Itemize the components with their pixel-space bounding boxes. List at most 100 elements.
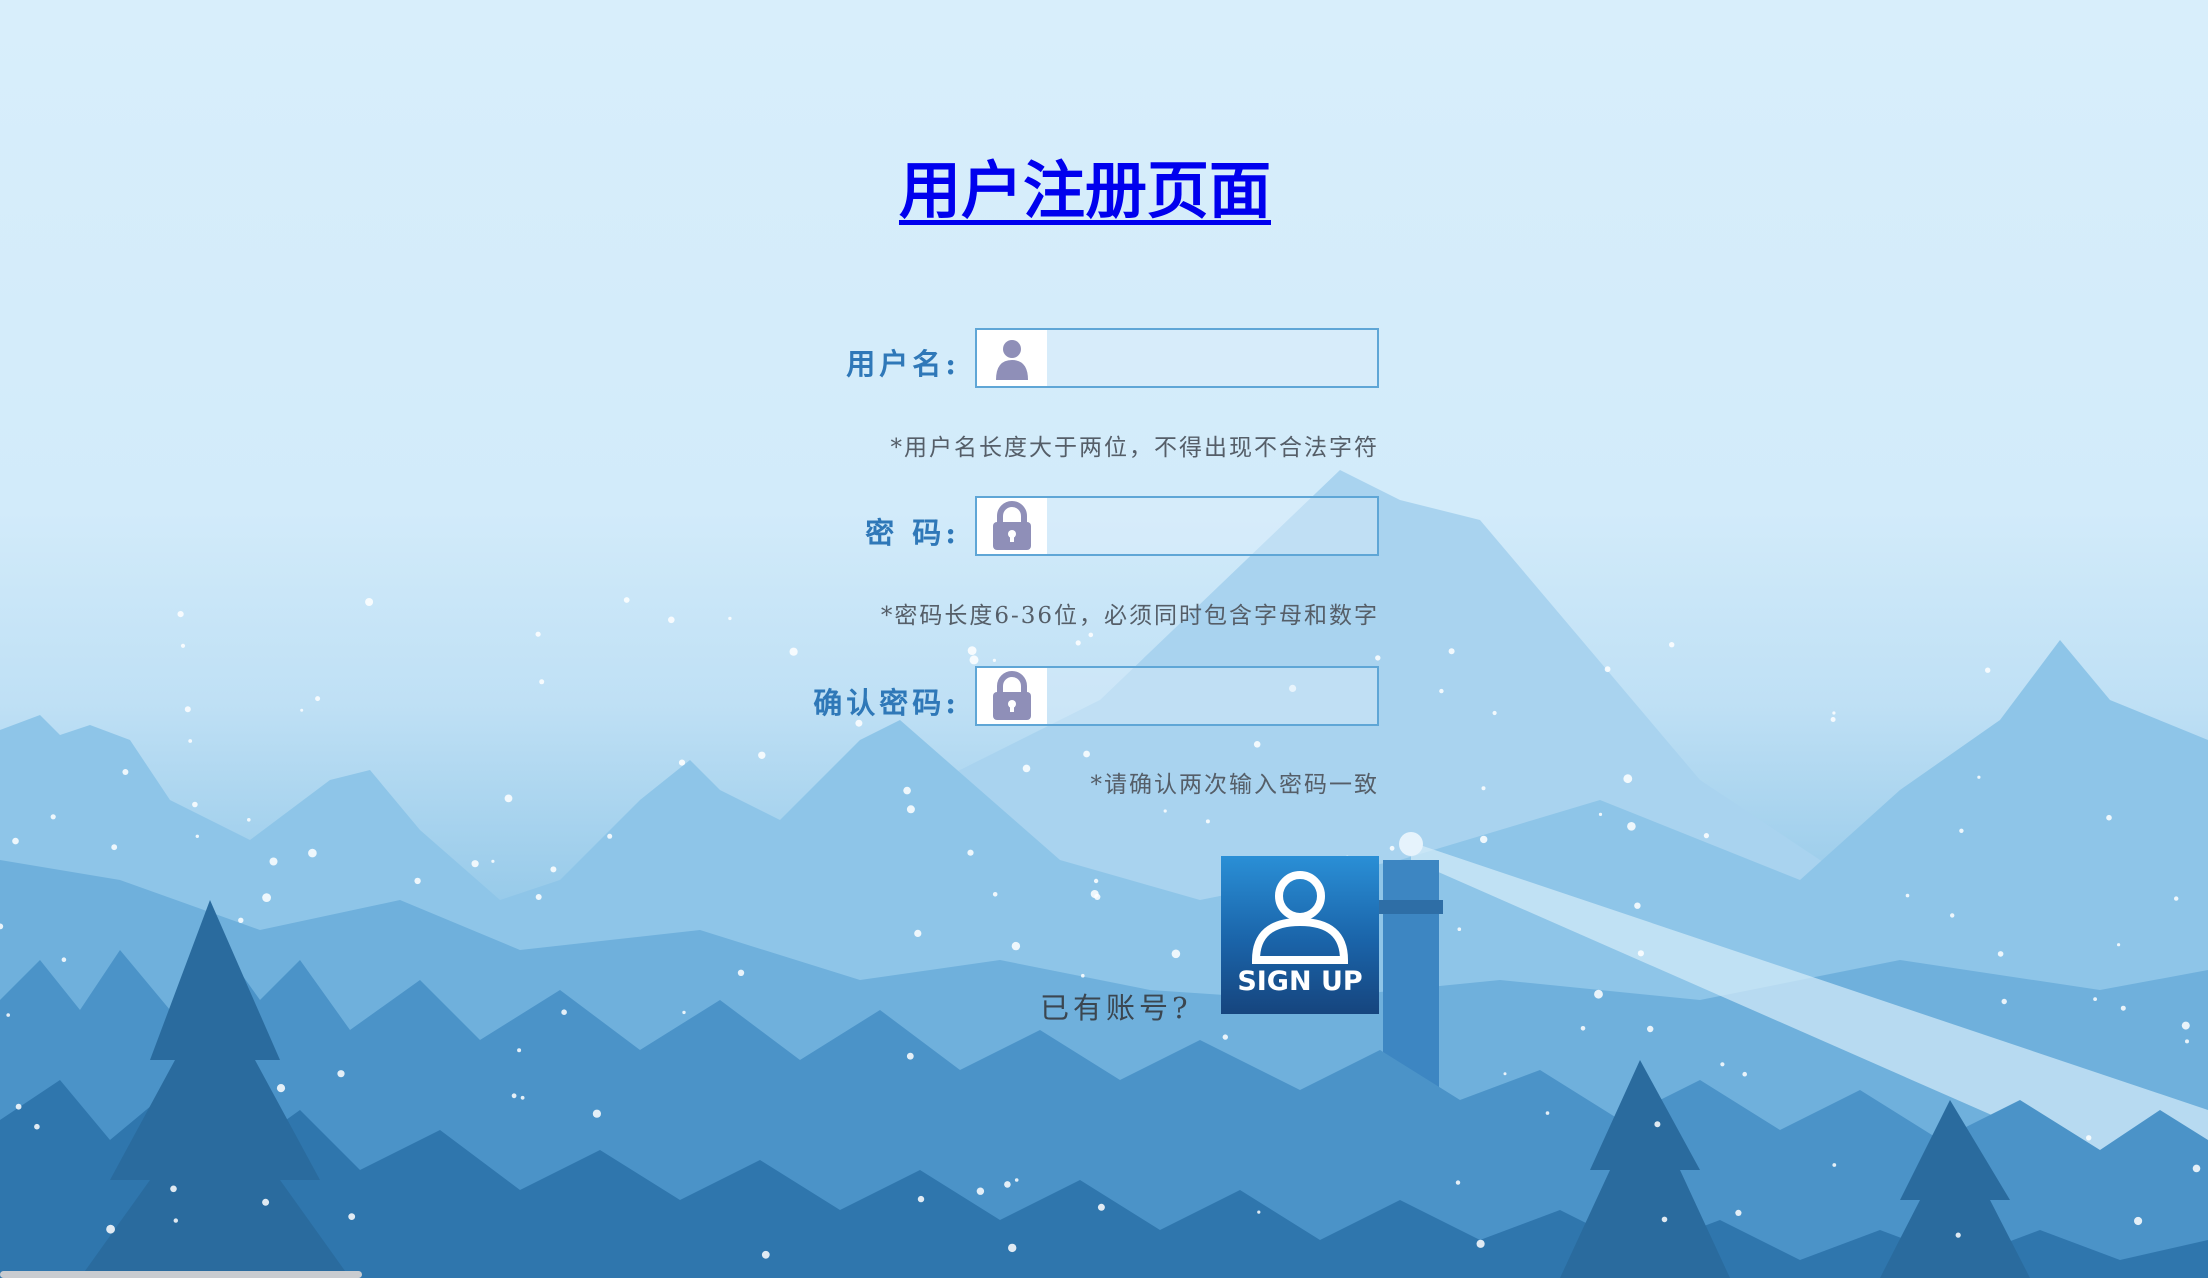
snowflake (903, 786, 911, 795)
snowflake (678, 759, 686, 766)
snowflake (184, 706, 191, 713)
snowflake (2174, 896, 2179, 901)
snowflake (1222, 1034, 1229, 1040)
snowflake (1097, 1203, 1105, 1211)
signup-button[interactable]: SIGN UP (1221, 856, 1379, 1014)
snowflake (1598, 812, 1603, 817)
snowflake (50, 814, 56, 820)
snowflake (1094, 893, 1101, 901)
person-icon (1251, 871, 1349, 964)
snowflake (758, 751, 766, 759)
snowflake (247, 818, 251, 822)
snowflake (607, 833, 613, 839)
snowflake (1171, 949, 1181, 959)
snowflake (1022, 764, 1031, 773)
snowflake (1950, 913, 1955, 918)
snowflake (177, 611, 184, 618)
snowflake (1905, 893, 1910, 898)
snowflake (969, 655, 979, 665)
snowflake (238, 917, 244, 923)
snowflake (262, 893, 271, 902)
snowflake (906, 805, 915, 814)
snowflake (517, 1048, 522, 1053)
lock-icon (977, 498, 1047, 554)
snowflake (1503, 1072, 1507, 1076)
snowflake (1647, 1025, 1654, 1033)
confirm-password-input[interactable] (1051, 668, 1379, 726)
snowflake (61, 957, 67, 962)
snowflake (192, 801, 198, 808)
snowflake (520, 1095, 525, 1100)
snowflake (1389, 845, 1395, 851)
have-account-link[interactable]: 已有账号? (1040, 985, 1192, 1027)
snowflake (1669, 642, 1675, 648)
snowflake (1081, 973, 1085, 978)
snowflake (188, 739, 193, 743)
password-input[interactable] (1051, 498, 1379, 556)
snowflake (1661, 1216, 1668, 1223)
snowflake (1011, 941, 1021, 951)
snowflake (1977, 775, 1981, 779)
snowflake (414, 877, 421, 885)
snowflake (992, 892, 998, 897)
password-hint: *密码长度6-36位，必须同时包含字母和数字 (880, 603, 1379, 629)
snowflake (1959, 828, 1964, 833)
snowflake (967, 849, 974, 856)
snowflake (561, 1009, 567, 1015)
snowflake (1580, 1026, 1586, 1031)
snowflake (276, 1084, 286, 1093)
snowflake (348, 1213, 356, 1220)
snowflake (1985, 667, 1991, 673)
snowflake (1637, 950, 1644, 957)
snowflake (992, 658, 997, 663)
snowflake (337, 1070, 345, 1078)
snowflake (2106, 814, 2112, 821)
snowflake (511, 1093, 517, 1099)
snowflake (1720, 1062, 1725, 1067)
snowflake (592, 1109, 602, 1118)
snowflake (2001, 998, 2007, 1005)
snowflake (1634, 902, 1641, 909)
confirm-password-hint: *请确认两次输入密码一致 (1090, 772, 1379, 798)
snowflake (668, 616, 675, 624)
snowflake (550, 866, 557, 873)
snowflake (269, 857, 278, 866)
password-field[interactable] (975, 496, 1379, 556)
username-input[interactable] (1051, 330, 1379, 388)
snowflake (967, 646, 977, 655)
snowflake (682, 1010, 686, 1015)
snowflake (106, 1224, 115, 1234)
snowflake (737, 969, 745, 976)
snowflake (917, 1195, 925, 1203)
confirm-password-label: 确认密码: (813, 686, 960, 720)
snowflake (1594, 989, 1603, 999)
username-field[interactable] (975, 328, 1379, 388)
snowflake (34, 1123, 40, 1130)
snowflake (976, 1187, 985, 1195)
snowflake (1004, 1181, 1011, 1188)
snowflake (1604, 666, 1611, 673)
snowflake (1163, 809, 1167, 813)
snowflake (1014, 1178, 1019, 1182)
snowflake (1627, 822, 1636, 831)
snowflake (170, 1185, 177, 1193)
snowflake (1457, 927, 1462, 931)
snowflake (195, 834, 199, 838)
snowflake (1439, 688, 1444, 694)
signup-label: SIGN UP (1237, 966, 1363, 997)
snowflake (1832, 711, 1836, 715)
page-title[interactable]: 用户注册页面 (0, 140, 2170, 230)
confirm-password-field[interactable] (975, 666, 1379, 726)
snowflake (262, 1198, 270, 1206)
snowflake (1703, 833, 1709, 839)
snowflake (308, 848, 317, 858)
snowflake (1083, 750, 1090, 758)
snowflake (2181, 1021, 2190, 1030)
snowflake (906, 1052, 914, 1060)
snowflake (1735, 1209, 1742, 1216)
snowflake (535, 894, 542, 900)
horizontal-scrollbar[interactable] (0, 1271, 362, 1278)
snowflake (471, 860, 479, 868)
snowflake (1997, 951, 2004, 957)
snowflake (1075, 640, 1081, 646)
